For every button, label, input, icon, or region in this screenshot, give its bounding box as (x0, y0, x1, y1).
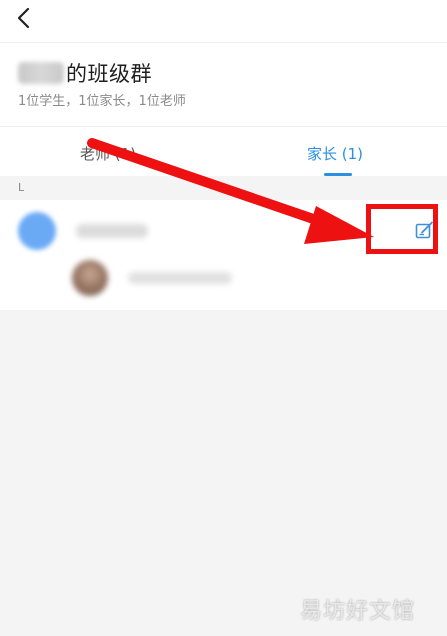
blurred-class-name (18, 62, 64, 84)
annotation-highlight-box (366, 204, 438, 254)
header-divider (0, 42, 447, 43)
back-button[interactable] (10, 4, 38, 32)
tab-teacher[interactable]: 老师 (1) (80, 143, 136, 164)
screen: 的班级群 1位学生，1位家长，1位老师 老师 (1) 家长 (1) L 易坊好文… (0, 0, 447, 636)
group-title: 的班级群 (66, 62, 152, 86)
tab-bar: 老师 (1) 家长 (1) (0, 126, 447, 176)
chevron-left-icon (17, 7, 30, 29)
header: 的班级群 1位学生，1位家长，1位老师 (0, 0, 447, 126)
group-title-row: 的班级群 (18, 58, 152, 88)
active-tab-indicator (324, 173, 352, 176)
section-index-letter: L (18, 181, 25, 194)
group-subtitle: 1位学生，1位家长，1位老师 (18, 94, 186, 109)
child-avatar (72, 260, 108, 296)
tab-parent[interactable]: 家长 (1) (307, 143, 363, 164)
blurred-child-name (128, 272, 232, 284)
watermark: 易坊好文馆 (300, 599, 416, 624)
avatar (18, 212, 56, 250)
blurred-member-name (76, 224, 148, 238)
